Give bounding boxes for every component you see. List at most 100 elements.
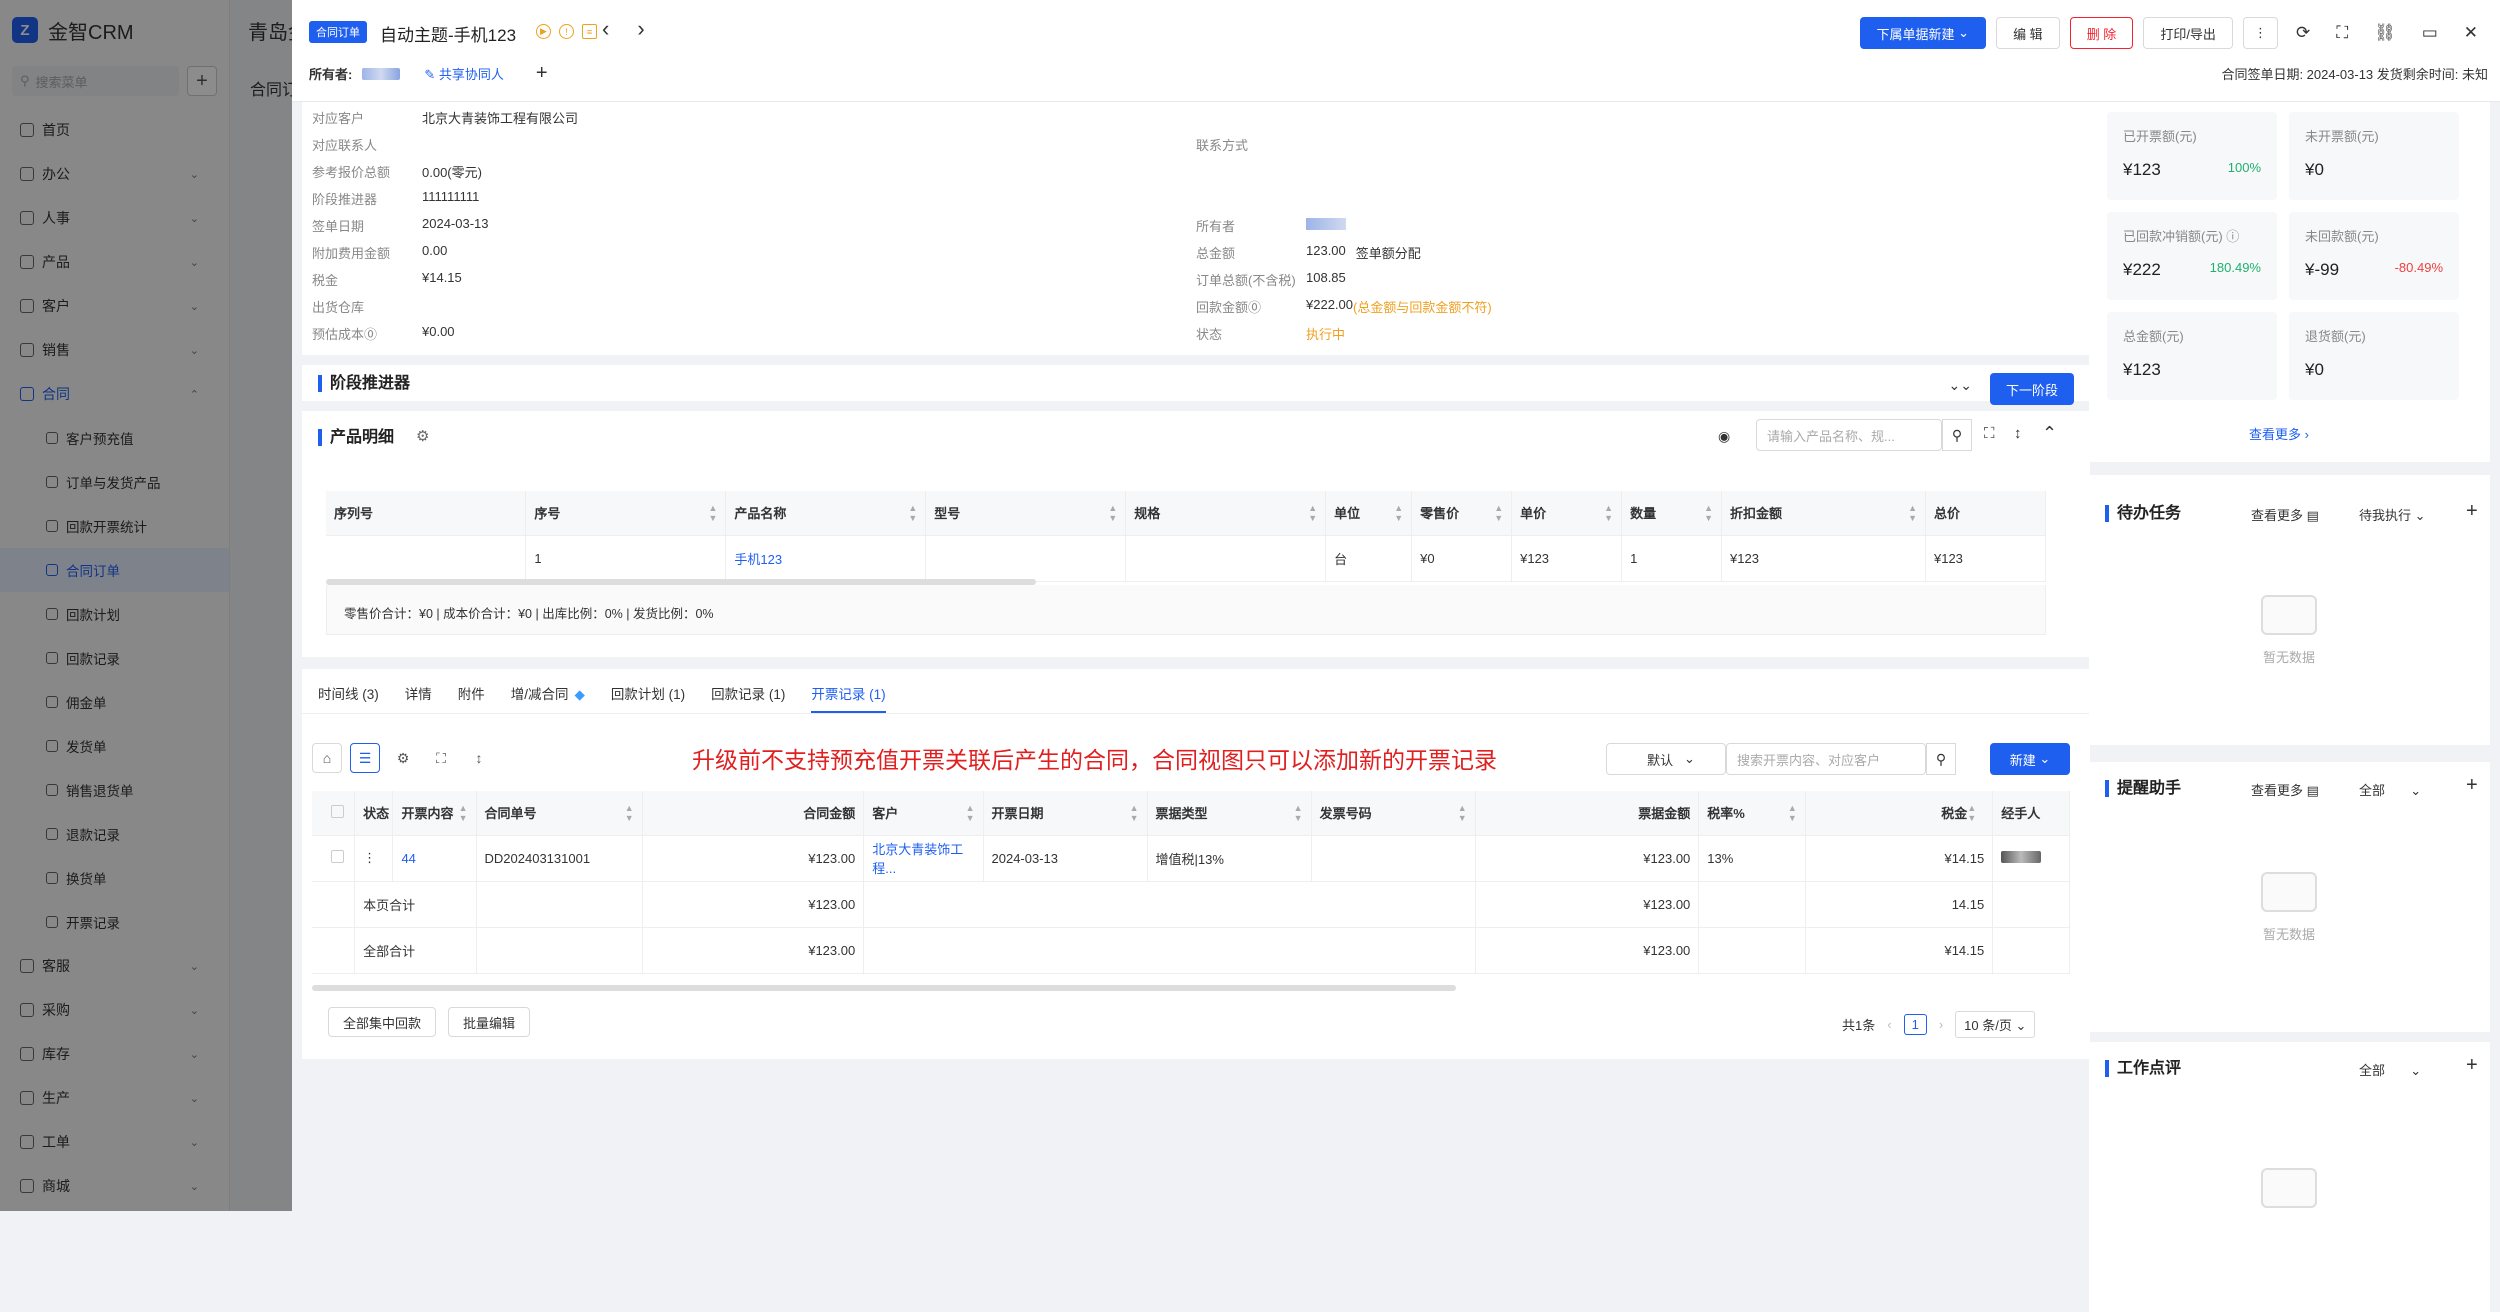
select-all-checkbox[interactable]: [312, 791, 356, 836]
table-cell[interactable]: ⋮: [354, 835, 394, 882]
refresh-icon[interactable]: ⟳: [2288, 23, 2318, 43]
filter-icon[interactable]: ⌂: [312, 743, 342, 773]
new-sub-order-button[interactable]: 下属单据新建 ⌄: [1859, 17, 1987, 49]
batch-collect-button[interactable]: 全部集中回款: [328, 1007, 437, 1037]
collapse-down-icon[interactable]: ⌄⌄: [1949, 377, 1972, 394]
new-invoice-button[interactable]: 新建 ⌄: [1990, 743, 2070, 775]
column-header[interactable]: 合同单号 ▲ ▼: [476, 791, 643, 836]
next-page-icon[interactable]: ›: [1939, 1017, 1943, 1032]
sort-icon[interactable]: ▲ ▼: [1108, 503, 1117, 523]
page-1-button[interactable]: 1: [1903, 1014, 1927, 1035]
owner-avatar[interactable]: [1306, 218, 1346, 230]
column-header[interactable]: 票据类型 ▲ ▼: [1147, 791, 1312, 836]
tab-6[interactable]: 开票记录 (1): [811, 683, 886, 713]
search-icon[interactable]: ⚲: [1926, 743, 1956, 775]
settings-icon[interactable]: ⚙: [416, 427, 429, 445]
sort-icon[interactable]: ▲ ▼: [459, 803, 468, 823]
view-select[interactable]: 默认 ⌄: [1606, 743, 1726, 775]
review-filter-select[interactable]: 全部 ⌄: [2359, 1060, 2421, 1079]
table-cell[interactable]: 手机123: [725, 535, 927, 582]
tab-0[interactable]: 时间线 (3): [318, 683, 379, 713]
alert-icon[interactable]: !: [559, 24, 574, 39]
table-cell[interactable]: 44: [392, 835, 477, 882]
doc-icon[interactable]: ≡: [582, 24, 597, 39]
column-header[interactable]: 单位 ▲ ▼: [1325, 491, 1413, 536]
tab-2[interactable]: 附件: [458, 683, 485, 713]
sort-icon[interactable]: ▲ ▼: [1908, 503, 1917, 523]
column-header[interactable]: 数量 ▲ ▼: [1621, 491, 1723, 536]
tab-5[interactable]: 回款记录 (1): [711, 683, 785, 713]
sort-icon[interactable]: ▲ ▼: [625, 803, 634, 823]
product-search-input[interactable]: 请输入产品名称、规...: [1756, 419, 1942, 451]
sort-icon[interactable]: ▲ ▼: [1494, 503, 1503, 523]
column-header[interactable]: 税金 ▲ ▼: [1805, 791, 1994, 836]
prev-record-icon[interactable]: ‹: [602, 16, 609, 42]
collapse-up-icon[interactable]: ⌃: [2042, 423, 2057, 444]
add-reminder-icon[interactable]: +: [2466, 774, 2478, 797]
tab-4[interactable]: 回款计划 (1): [611, 683, 685, 713]
column-header[interactable]: 规格 ▲ ▼: [1125, 491, 1327, 536]
sort-icon[interactable]: ▲ ▼: [1308, 503, 1317, 523]
fullscreen-icon[interactable]: ⛶: [1984, 425, 1995, 442]
column-header[interactable]: 税率% ▲ ▼: [1698, 791, 1806, 836]
link-icon[interactable]: ⛓: [2366, 23, 2404, 43]
reminder-filter-select[interactable]: 全部 ⌄: [2359, 780, 2421, 799]
sort-icon[interactable]: ▲ ▼: [908, 503, 917, 523]
field-value[interactable]: 北京大青装饰工程有限公司: [422, 108, 578, 127]
tab-1[interactable]: 详情: [405, 683, 432, 713]
play-icon[interactable]: ▶: [536, 24, 551, 39]
column-header[interactable]: 开票内容 ▲ ▼: [392, 791, 477, 836]
sort-icon[interactable]: ▲ ▼: [1788, 803, 1797, 823]
add-collaborator-icon[interactable]: +: [536, 62, 548, 85]
column-header[interactable]: 总价: [1925, 491, 2047, 536]
sort-icon[interactable]: ▲ ▼: [1130, 803, 1139, 823]
list-view-icon[interactable]: ☰: [350, 743, 380, 773]
batch-edit-button[interactable]: 批量编辑: [448, 1007, 531, 1037]
edit-button[interactable]: 编 辑: [1996, 17, 2060, 49]
column-header[interactable]: 合同金额: [642, 791, 865, 836]
sort-icon[interactable]: ▲ ▼: [1458, 803, 1467, 823]
share-collaborators-link[interactable]: ✎ 共享协同人: [424, 64, 504, 83]
column-header[interactable]: 折扣金额 ▲ ▼: [1721, 491, 1926, 536]
tab-3[interactable]: 增/减合同 ◆: [511, 683, 585, 713]
next-stage-button[interactable]: 下一阶段: [1989, 373, 2074, 405]
delete-button[interactable]: 删 除: [2069, 17, 2134, 49]
column-header[interactable]: 客户 ▲ ▼: [863, 791, 984, 836]
invoice-search-input[interactable]: 搜索开票内容、对应客户: [1726, 743, 1926, 775]
column-header[interactable]: 序号 ▲ ▼: [525, 491, 727, 536]
sort-icon[interactable]: ▲ ▼: [1967, 803, 1976, 823]
view-more-link[interactable]: 查看更多 ›: [2249, 424, 2309, 443]
sort-icon[interactable]: ▲ ▼: [966, 803, 975, 823]
sort-icon[interactable]: ↕: [464, 743, 494, 773]
save-icon[interactable]: ▭: [2414, 23, 2446, 43]
sort-icon[interactable]: ▲ ▼: [1294, 803, 1303, 823]
target-icon[interactable]: ◉: [1718, 428, 1730, 445]
sort-icon[interactable]: ▲ ▼: [1394, 503, 1403, 523]
column-header[interactable]: 经手人: [1992, 791, 2070, 836]
fullscreen-icon[interactable]: ⛶: [2328, 23, 2356, 43]
todo-view-more[interactable]: 查看更多 ▤: [2251, 505, 2319, 524]
column-header[interactable]: 零售价 ▲ ▼: [1411, 491, 1513, 536]
column-header[interactable]: 状态: [354, 791, 394, 836]
column-header[interactable]: 型号 ▲ ▼: [925, 491, 1127, 536]
modal-overlay[interactable]: [0, 0, 292, 1211]
close-icon[interactable]: ✕: [2456, 23, 2486, 43]
column-header[interactable]: 票据金额: [1475, 791, 1700, 836]
table-cell[interactable]: 北京大青装饰工程...: [863, 835, 984, 882]
sort-icon[interactable]: ▲ ▼: [708, 503, 717, 523]
prev-page-icon[interactable]: ‹: [1887, 1017, 1891, 1032]
print-export-button[interactable]: 打印/导出: [2143, 17, 2233, 49]
column-header[interactable]: 产品名称 ▲ ▼: [725, 491, 927, 536]
reminder-view-more[interactable]: 查看更多 ▤: [2251, 780, 2319, 799]
row-checkbox[interactable]: [312, 835, 356, 882]
column-header[interactable]: 单价 ▲ ▼: [1511, 491, 1623, 536]
page-size-select[interactable]: 10 条/页 ⌄: [1955, 1011, 2036, 1038]
sort-icon[interactable]: ▲ ▼: [1704, 503, 1713, 523]
owner-avatar[interactable]: [362, 67, 401, 80]
settings-icon[interactable]: ⚙: [388, 743, 418, 773]
column-header[interactable]: 开票日期 ▲ ▼: [983, 791, 1148, 836]
sign-split-link[interactable]: 签单额分配: [1356, 243, 1421, 262]
todo-filter-select[interactable]: 待我执行 ⌄: [2359, 505, 2426, 524]
sort-icon[interactable]: ▲ ▼: [1604, 503, 1613, 523]
table-row[interactable]: ⋮ 44 DD202403131001 ¥123.00 北京大青装饰工程... 2024-…: [312, 835, 2070, 882]
